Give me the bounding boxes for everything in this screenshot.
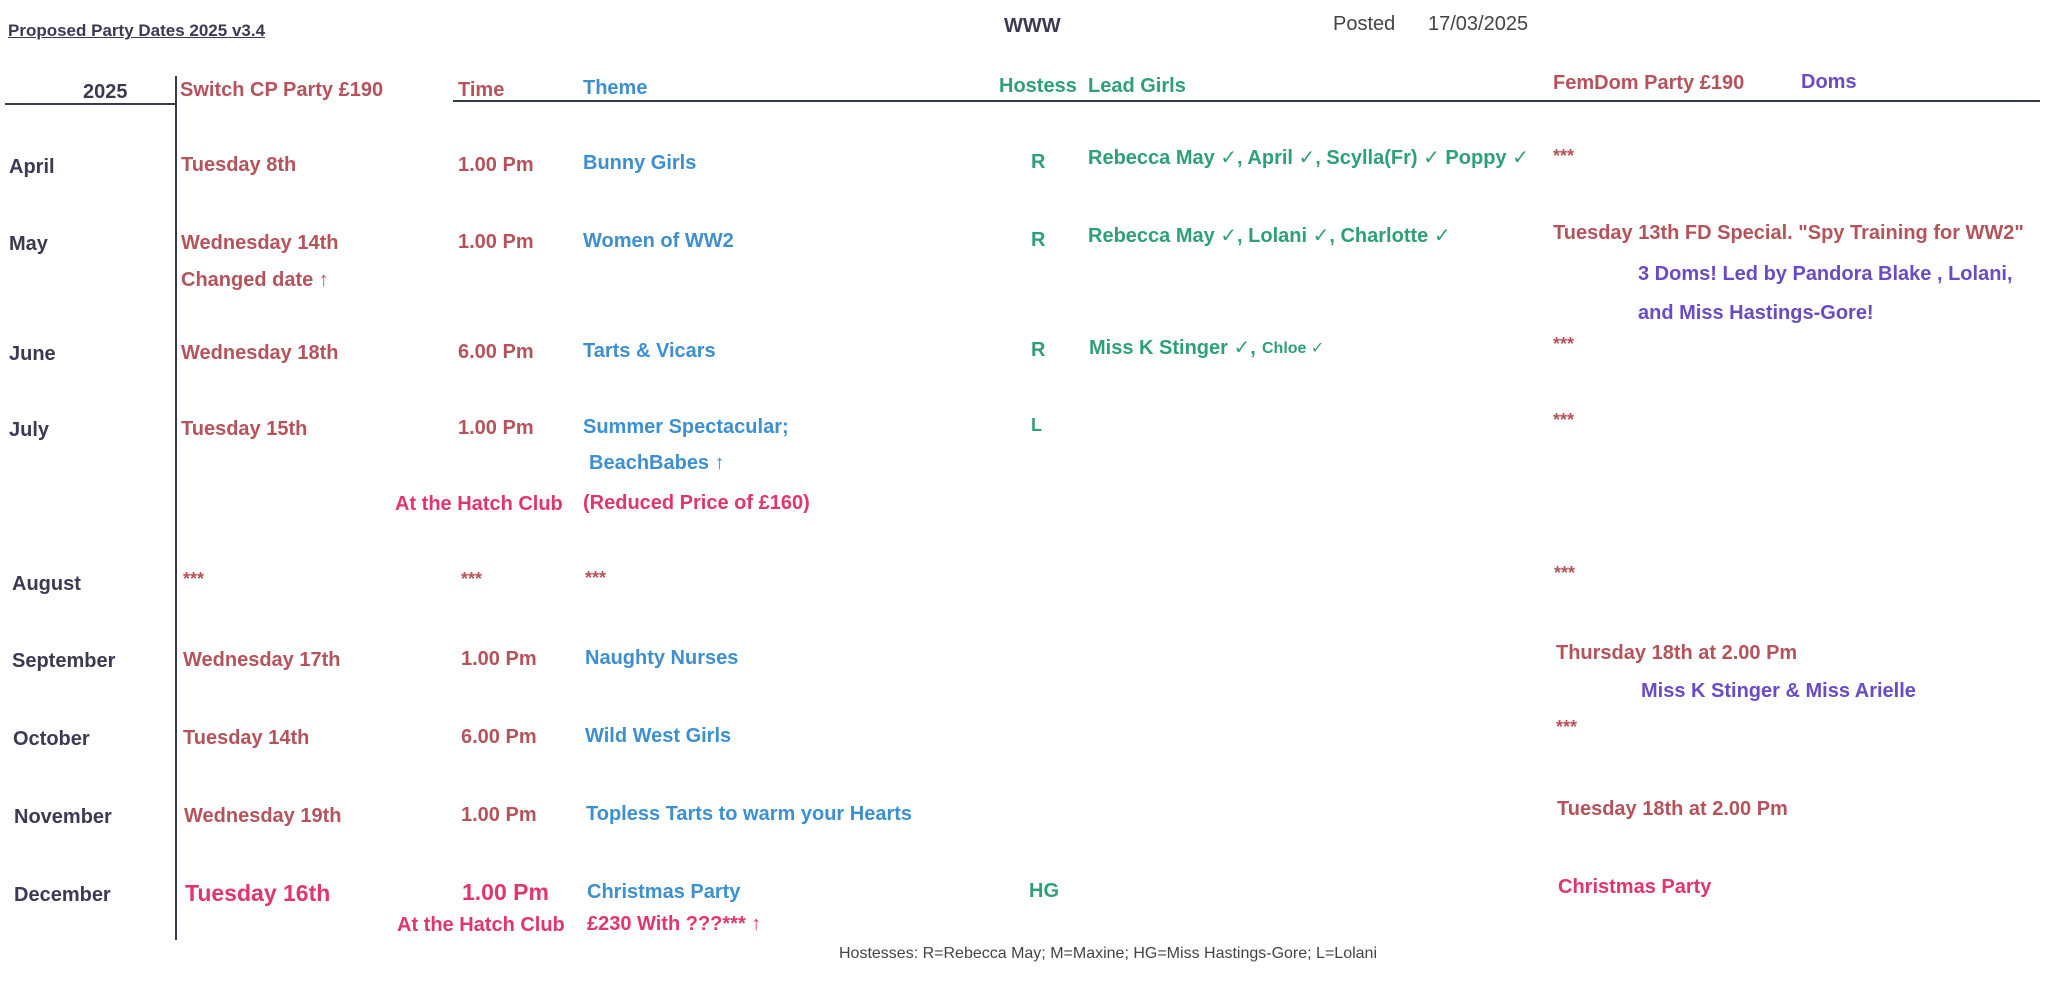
lead-may: Rebecca May ✓, Lolani ✓, Charlotte ✓ (1088, 225, 1451, 247)
month-november: November (14, 806, 112, 828)
time-november: 1.00 Pm (461, 804, 537, 826)
time-june: 6.00 Pm (458, 341, 534, 363)
month-may: May (9, 233, 48, 255)
date-may: Wednesday 14th (181, 232, 339, 254)
posted-date: 17/03/2025 (1428, 13, 1529, 35)
page-title: Proposed Party Dates 2025 v3.4 (8, 21, 266, 40)
time-september: 1.00 Pm (461, 648, 537, 670)
site-label: WWW (1004, 15, 1061, 37)
month-divider (175, 76, 177, 940)
femdom-october: *** (1556, 717, 1578, 737)
date-august: *** (183, 569, 205, 589)
time-december: 1.00 Pm (462, 879, 549, 905)
femdom-april: *** (1553, 146, 1575, 166)
date-july: Tuesday 15th (181, 418, 308, 440)
hostess-april: R (1031, 151, 1046, 173)
theme-july: Summer Spectacular; (583, 416, 789, 438)
time-may: 1.00 Pm (458, 231, 534, 253)
hostess-legend: Hostesses: R=Rebecca May; M=Maxine; HG=M… (839, 945, 1377, 962)
venue-july: At the Hatch Club (395, 493, 563, 515)
theme-december: Christmas Party (587, 881, 741, 903)
month-august: August (12, 573, 81, 595)
doms-september: Miss K Stinger & Miss Arielle (1641, 680, 1916, 702)
doms-may-line1: 3 Doms! Led by Pandora Blake , Lolani, (1638, 263, 2013, 285)
header-rule-right (453, 100, 2040, 102)
theme-september: Naughty Nurses (585, 647, 739, 669)
date-november: Wednesday 19th (184, 805, 342, 827)
hostess-june: R (1031, 339, 1046, 361)
hostess-july: L (1031, 415, 1042, 435)
femdom-july: *** (1553, 410, 1575, 430)
lead-extra-june: Chloe ✓ (1262, 340, 1325, 357)
header-time: Time (458, 79, 505, 101)
month-june: June (9, 343, 56, 365)
time-july: 1.00 Pm (458, 417, 534, 439)
theme-october: Wild West Girls (585, 725, 732, 747)
theme-november: Topless Tarts to warm your Hearts (586, 803, 913, 825)
date-note-may: Changed date ↑ (181, 269, 329, 291)
header-rule-left (5, 103, 175, 105)
femdom-november: Tuesday 18th at 2.00 Pm (1557, 798, 1788, 820)
lead-june: Miss K Stinger ✓, (1089, 337, 1256, 359)
month-october: October (13, 728, 90, 750)
date-september: Wednesday 17th (183, 649, 341, 671)
hostess-may: R (1031, 229, 1046, 251)
date-april: Tuesday 8th (181, 154, 297, 176)
theme-july-line2: BeachBabes ↑ (589, 452, 725, 474)
header-theme: Theme (583, 77, 648, 99)
theme-april: Bunny Girls (583, 152, 697, 174)
doms-may-line2: and Miss Hastings-Gore! (1638, 302, 1874, 324)
femdom-december: Christmas Party (1558, 876, 1712, 898)
month-april: April (9, 156, 55, 178)
lead-april: Rebecca May ✓, April ✓, Scylla(Fr) ✓ Pop… (1088, 147, 1529, 169)
theme-june: Tarts & Vicars (583, 340, 716, 362)
date-june: Wednesday 18th (181, 342, 339, 364)
femdom-august: *** (1554, 563, 1576, 583)
time-october: 6.00 Pm (461, 726, 537, 748)
time-august: *** (461, 569, 483, 589)
price-note-december: £230 With ???*** ↑ (587, 913, 762, 935)
price-note-july: (Reduced Price of £160) (583, 492, 810, 514)
time-april: 1.00 Pm (458, 154, 534, 176)
date-october: Tuesday 14th (183, 727, 310, 749)
date-december: Tuesday 16th (185, 880, 331, 906)
header-lead-girls: Lead Girls (1088, 75, 1186, 97)
header-hostess: Hostess (999, 75, 1077, 97)
month-december: December (14, 884, 111, 906)
header-switch-party: Switch CP Party £190 (180, 79, 384, 101)
theme-may: Women of WW2 (583, 230, 734, 252)
femdom-may: Tuesday 13th FD Special. "Spy Training f… (1553, 222, 2024, 244)
venue-december: At the Hatch Club (397, 914, 565, 936)
month-september: September (12, 650, 116, 672)
header-femdom-party: FemDom Party £190 (1553, 72, 1745, 94)
femdom-september: Thursday 18th at 2.00 Pm (1556, 642, 1798, 664)
femdom-june: *** (1553, 334, 1575, 354)
posted-label: Posted (1333, 13, 1396, 35)
header-year: 2025 (83, 81, 128, 103)
month-july: July (9, 419, 50, 441)
theme-august: *** (585, 568, 607, 588)
header-doms: Doms (1801, 71, 1857, 93)
hostess-december: HG (1029, 880, 1059, 902)
